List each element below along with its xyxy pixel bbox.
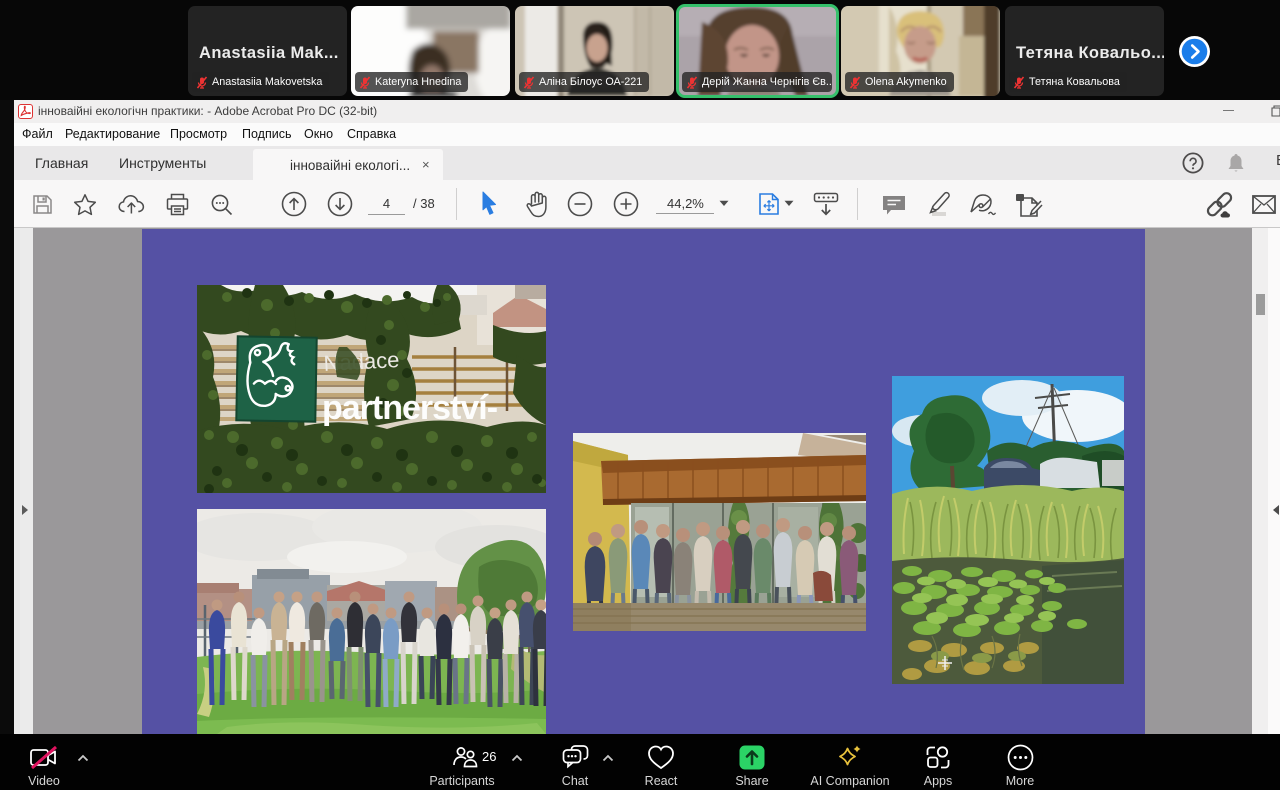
svg-text:Nadace: Nadace [323,347,400,376]
svg-text:partnerství-: partnerství- [322,389,497,427]
